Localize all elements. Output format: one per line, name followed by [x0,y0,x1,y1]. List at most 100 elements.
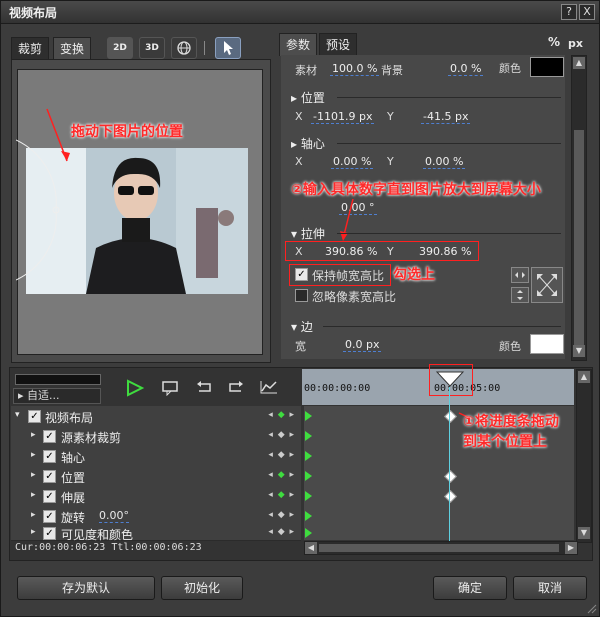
track-row-stretch[interactable]: ▸ ✓ 伸展 ◂ ◆ ▸ [11,486,301,507]
edge-color-swatch[interactable] [530,334,564,354]
keyframe[interactable] [444,410,457,423]
track-checkbox[interactable]: ✓ [43,510,56,523]
3d-view-button[interactable]: 3D [139,37,165,59]
ok-button[interactable]: 确定 [433,576,507,600]
background-color-swatch[interactable] [530,57,564,77]
keyframe[interactable] [444,490,457,503]
track-label: 视频布局 [45,411,94,425]
keyframe-nav[interactable]: ◂ ◆ ▸ [268,490,295,500]
help-button[interactable]: ? [561,4,577,20]
swap-horizontal-icon[interactable] [511,267,529,283]
track-checkbox[interactable]: ✓ [43,450,56,463]
position-section-title[interactable]: ▸ 位置 [291,89,325,106]
expand-icon[interactable]: ▸ [31,430,36,440]
keyframe-nav[interactable]: ◂ ◆ ▸ [268,527,295,537]
close-button[interactable]: X [579,4,595,20]
play-icon[interactable] [125,379,145,400]
expand-icon[interactable]: ▸ [31,450,36,460]
tab-transform[interactable]: 变换 [53,37,92,60]
track-row-axis[interactable]: ▸ ✓ 轴心 ◂ ◆ ▸ [11,446,301,467]
ignore-pixel-aspect-checkbox[interactable] [295,289,308,302]
params-scrollbar[interactable]: ▲ ▼ [571,55,587,361]
2d-view-button[interactable]: 2D [107,37,133,59]
track-checkbox[interactable]: ✓ [43,470,56,483]
arrow-annotation-1 [46,108,70,162]
keyframe-nav[interactable]: ◂ ◆ ▸ [268,410,295,420]
redo-icon[interactable] [227,381,245,398]
scroll-up-icon[interactable]: ▲ [573,57,585,69]
position-y-input[interactable]: -41.5 px [421,110,471,124]
start-marker [305,451,312,461]
track-row-source-crop[interactable]: ▸ ✓ 源素材裁剪 ◂ ◆ ▸ [11,426,301,447]
unit-percent-toggle[interactable]: % [548,35,560,49]
playhead-handle[interactable] [435,371,465,387]
cancel-button[interactable]: 取消 [513,576,587,600]
background-color-label: 颜色 [499,62,521,75]
timeline-track[interactable] [304,486,574,507]
timeline-track[interactable] [304,466,574,487]
scroll-down-icon[interactable]: ▼ [573,345,585,357]
scroll-right-icon[interactable]: ▶ [565,542,577,554]
resize-grip-icon[interactable] [585,602,597,614]
keyframe-nav[interactable]: ◂ ◆ ▸ [268,430,295,440]
comment-icon[interactable] [161,380,179,399]
rotation-track-value[interactable]: 0.00° [99,509,129,523]
track-row-rotation[interactable]: ▸ ✓ 旋转 0.00° ◂ ◆ ▸ [11,506,301,527]
stretch-y-input[interactable]: 390.86 % [417,245,473,258]
scroll-thumb[interactable] [574,130,584,350]
timeline-h-scrollbar[interactable]: ◀ ▶ [304,541,578,555]
swap-vertical-icon[interactable] [511,287,529,303]
background-input[interactable]: 0.0 % [448,62,484,76]
graph-icon[interactable] [259,379,279,398]
expand-icon[interactable]: ▸ [31,527,36,537]
expand-icon[interactable]: ▸ [31,490,36,500]
position-x-input[interactable]: -1101.9 px [311,110,375,124]
track-row-position[interactable]: ▸ ✓ 位置 ◂ ◆ ▸ [11,466,301,487]
save-default-button[interactable]: 存为默认 [17,576,155,600]
scroll-down-icon[interactable]: ▼ [578,527,590,539]
keyframe-nav[interactable]: ◂ ◆ ▸ [268,450,295,460]
start-marker [305,431,312,441]
material-input[interactable]: 100.0 % [330,62,380,76]
track-checkbox[interactable]: ✓ [43,430,56,443]
divider [337,233,561,234]
collapse-icon[interactable]: ▾ [15,410,20,420]
globe-icon[interactable] [171,37,197,59]
keep-aspect-checkbox[interactable]: ✓ [295,268,308,281]
initialize-button[interactable]: 初始化 [161,576,243,600]
timeline-track[interactable] [304,526,574,541]
tab-parameters[interactable]: 参数 [279,33,318,56]
tab-crop[interactable]: 裁剪 [11,37,50,61]
zoom-slider[interactable] [15,374,101,385]
track-checkbox[interactable]: ✓ [28,410,41,423]
tab-presets[interactable]: 预设 [319,33,358,57]
timeline-v-scrollbar[interactable]: ▲ ▼ [576,369,592,543]
expand-icon[interactable]: ▸ [31,470,36,480]
timeline-track[interactable] [304,506,574,527]
expand-icon[interactable]: ▸ [31,510,36,520]
scroll-left-icon[interactable]: ◀ [305,542,317,554]
track-checkbox[interactable]: ✓ [43,527,56,540]
fit-screen-icon[interactable] [531,267,563,303]
fit-dropdown[interactable]: ▸ 自适... [13,388,101,404]
time-status: Cur:00:00:06:23 Ttl:00:00:06:23 [15,542,202,553]
stretch-x-input[interactable]: 390.86 % [323,245,379,258]
pointer-icon[interactable] [215,37,241,59]
unit-px-toggle[interactable]: px [568,37,583,50]
undo-icon[interactable] [195,381,213,398]
stretch-section-title[interactable]: ▾ 拉伸 [291,225,325,242]
axis-section-title[interactable]: ▸ 轴心 [291,135,325,152]
h-scroll-thumb[interactable] [319,544,559,552]
keyframe[interactable] [444,470,457,483]
track-row-video-layout[interactable]: ▾ ✓ 视频布局 ◂ ◆ ▸ [11,406,301,427]
edge-width-input[interactable]: 0.0 px [343,338,382,352]
track-checkbox[interactable]: ✓ [43,490,56,503]
edge-section-title[interactable]: ▾ 边 [291,318,313,335]
track-row-visibility[interactable]: ▸ ✓ 可见度和颜色 ◂ ◆ ▸ [11,526,301,542]
keyframe-nav[interactable]: ◂ ◆ ▸ [268,510,295,520]
axis-y-input[interactable]: 0.00 % [423,155,466,169]
scroll-up-icon[interactable]: ▲ [578,371,590,383]
keyframe-nav[interactable]: ◂ ◆ ▸ [268,470,295,480]
axis-x-input[interactable]: 0.00 % [331,155,374,169]
track-label: 位置 [61,471,86,485]
